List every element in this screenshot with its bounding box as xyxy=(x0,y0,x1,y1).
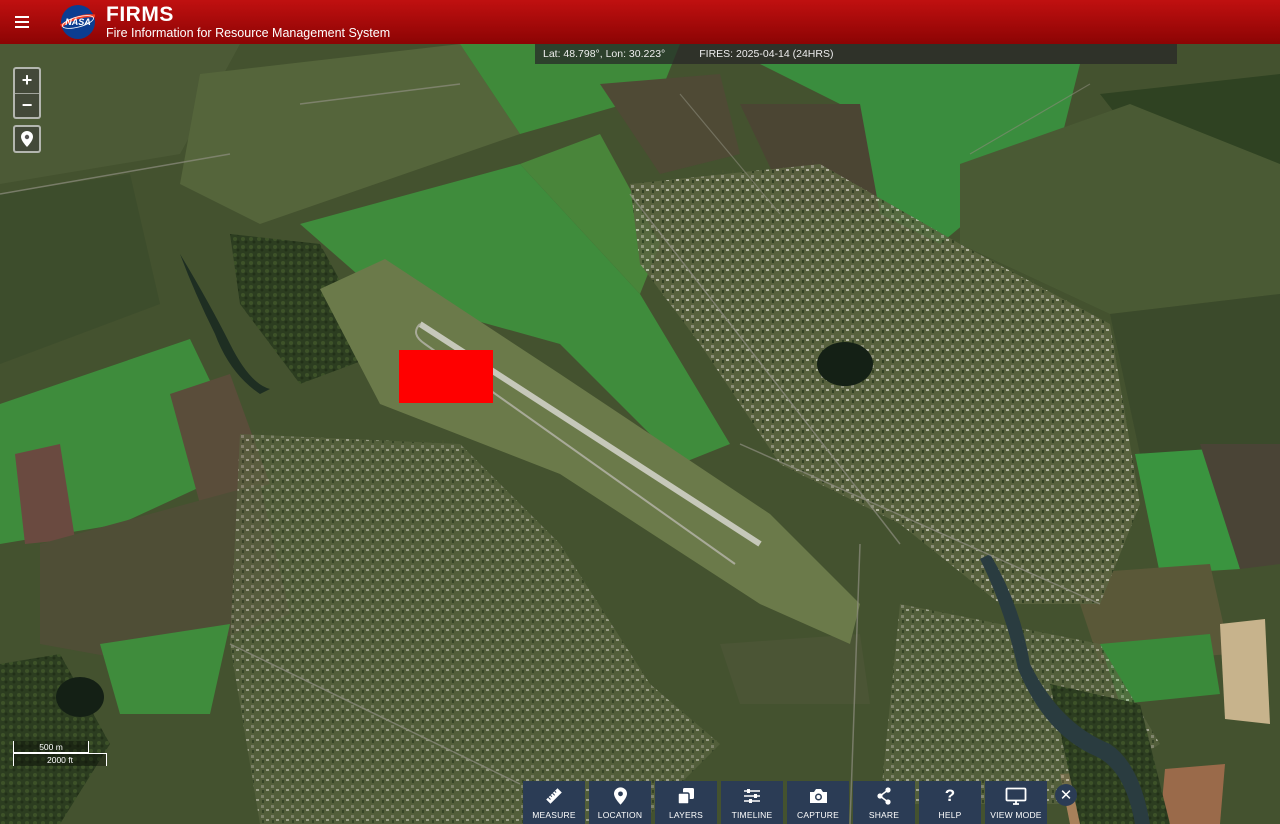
capture-button[interactable]: CAPTURE xyxy=(787,781,849,824)
pin-icon xyxy=(613,787,627,805)
fire-detection-marker[interactable] xyxy=(399,350,493,403)
app-title: FIRMS xyxy=(106,3,174,27)
close-toolbar-button[interactable]: ✕ xyxy=(1055,784,1077,806)
layers-icon xyxy=(677,788,694,805)
monitor-icon xyxy=(1005,787,1027,805)
nasa-logo: NASA xyxy=(58,4,98,40)
location-label: LOCATION xyxy=(597,810,643,820)
svg-text:NASA: NASA xyxy=(65,17,91,27)
timeline-button[interactable]: TIMELINE xyxy=(721,781,783,824)
timeline-label: TIMELINE xyxy=(731,810,773,820)
scale-imperial: 2000 ft xyxy=(13,753,107,766)
app-subtitle: Fire Information for Resource Management… xyxy=(106,26,391,41)
ruler-icon xyxy=(546,788,562,804)
zoom-out-button[interactable]: − xyxy=(15,93,39,117)
help-button[interactable]: ? HELP xyxy=(919,781,981,824)
help-icon: ? xyxy=(944,786,956,805)
coordinates-readout: Lat: 48.798°, Lon: 30.223° xyxy=(543,48,666,60)
scale-metric: 500 m xyxy=(13,741,89,753)
satellite-map[interactable] xyxy=(0,44,1280,824)
layers-button[interactable]: LAYERS xyxy=(655,781,717,824)
measure-label: MEASURE xyxy=(532,810,576,820)
share-label: SHARE xyxy=(868,810,900,820)
view-mode-button[interactable]: VIEW MODE xyxy=(985,781,1047,824)
map-status-bar: Lat: 48.798°, Lon: 30.223° FIRES: 2025-0… xyxy=(535,44,1177,64)
capture-label: CAPTURE xyxy=(796,810,840,820)
location-button[interactable]: LOCATION xyxy=(589,781,651,824)
zoom-controls: + − xyxy=(13,67,41,119)
fires-date-readout: FIRES: 2025-04-14 (24HRS) xyxy=(699,48,834,60)
locate-button[interactable] xyxy=(13,125,41,153)
pin-icon xyxy=(21,131,33,147)
share-icon xyxy=(877,787,891,805)
camera-icon xyxy=(809,789,827,803)
measure-button[interactable]: MEASURE xyxy=(523,781,585,824)
menu-icon[interactable] xyxy=(0,0,44,44)
view-mode-label: VIEW MODE xyxy=(990,810,1042,820)
bottom-toolbar: MEASURE LOCATION LAYERS TIMELINE CAPTURE… xyxy=(523,781,1077,824)
app-header: NASA FIRMS Fire Information for Resource… xyxy=(0,0,1280,44)
help-label: HELP xyxy=(938,810,962,820)
zoom-in-button[interactable]: + xyxy=(15,69,39,93)
sliders-icon xyxy=(744,789,760,803)
scale-bar: 500 m 2000 ft xyxy=(13,741,107,766)
layers-label: LAYERS xyxy=(668,810,704,820)
share-button[interactable]: SHARE xyxy=(853,781,915,824)
